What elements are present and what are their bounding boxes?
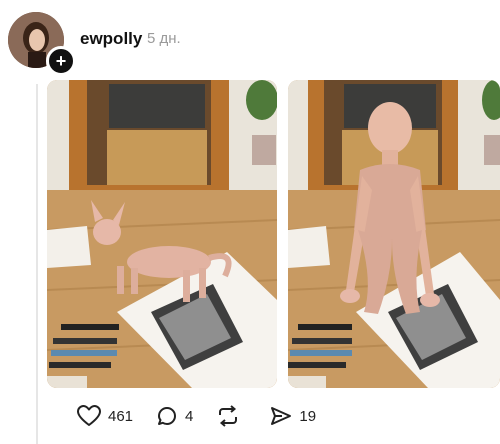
post-image-1[interactable] [47, 80, 277, 388]
username[interactable]: ewpolly [80, 29, 142, 49]
share-icon [271, 407, 292, 425]
replies-count: 4 [185, 407, 194, 425]
post-image-2[interactable] [288, 80, 500, 388]
plus-icon: + [55, 51, 67, 71]
repost-icon [219, 405, 238, 427]
likes-count: 461 [108, 407, 134, 425]
comment-icon [158, 407, 177, 425]
share-button[interactable]: 19 [269, 404, 316, 428]
follow-button[interactable]: + [46, 46, 76, 76]
post-actions: 461 4 19 [76, 404, 338, 428]
repost-button[interactable] [215, 404, 247, 428]
post-timestamp: 5 дн. [147, 30, 181, 47]
heart-icon [77, 405, 101, 426]
shares-count: 19 [299, 407, 317, 425]
thread-line [36, 84, 38, 444]
reply-button[interactable]: 4 [155, 404, 193, 428]
like-button[interactable]: 461 [76, 404, 133, 428]
